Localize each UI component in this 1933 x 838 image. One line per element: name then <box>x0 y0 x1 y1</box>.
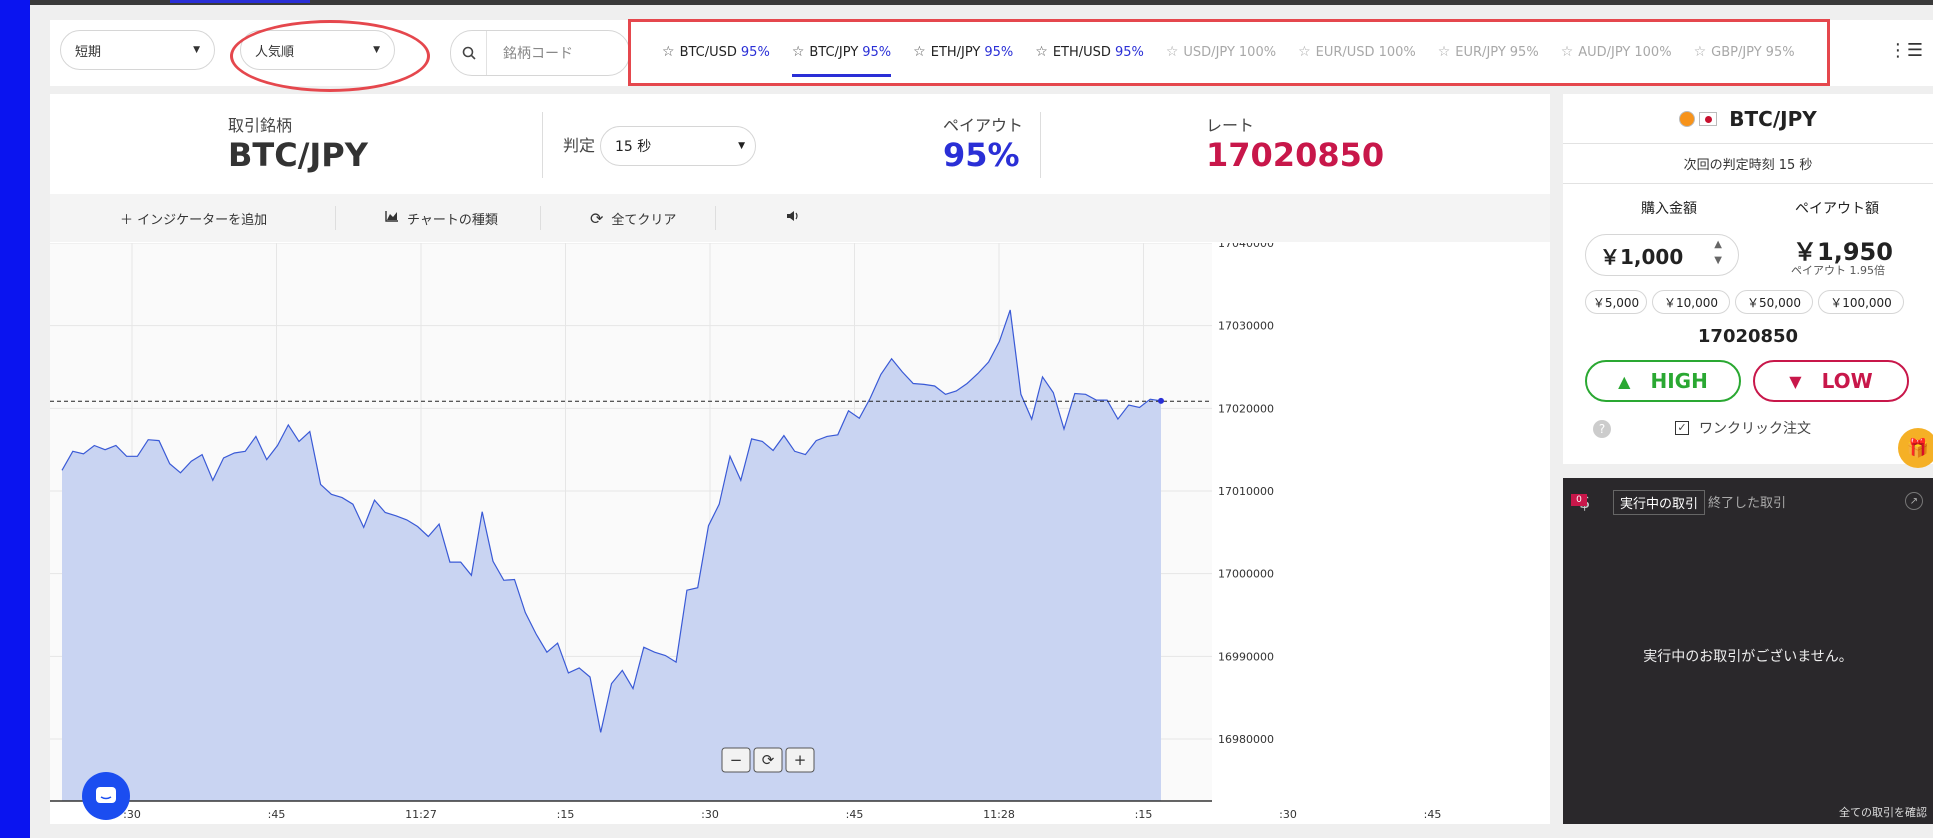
x-tick-label: :15 <box>557 808 575 821</box>
x-tick-label: :45 <box>268 808 286 821</box>
symbol-label: 取引銘柄 <box>228 116 293 135</box>
highlight-oval <box>230 20 430 92</box>
sound-button[interactable] <box>786 194 800 242</box>
search-icon <box>451 31 487 75</box>
chart-toolbar: ＋ インジケーターを追加 チャートの種類 ⟳ 全てクリア <box>50 194 1550 242</box>
order-panel: BTC/JPY 次回の判定時刻 15 秒 購入金額 ペイアウト額 ￥1,000 … <box>1563 94 1933 464</box>
current-price-dot <box>1158 397 1164 404</box>
y-tick-label: 17010000 <box>1218 485 1274 498</box>
chart-area-icon <box>385 210 399 226</box>
x-tick-label: :30 <box>701 808 719 821</box>
highlight-box <box>628 19 1830 86</box>
divider <box>540 206 541 230</box>
triangle-up-icon: ▲ <box>1618 371 1631 391</box>
all-trades-link[interactable]: 全ての取引を確認 <box>1839 804 1927 820</box>
divider <box>1040 112 1041 178</box>
chevron-down-icon: ▼ <box>193 45 200 55</box>
y-tick-label: 17020000 <box>1218 402 1274 415</box>
help-icon[interactable]: ? <box>1593 420 1611 438</box>
checkbox-checked-icon[interactable]: ✓ <box>1675 421 1689 435</box>
judge-select[interactable]: 15 秒 ▼ <box>600 126 756 166</box>
term-select[interactable]: 短期 ▼ <box>60 30 215 70</box>
x-tick-label: :45 <box>1424 808 1442 821</box>
chart-panel: 取引銘柄 BTC/JPY 判定 15 秒 ▼ ペイアウト 95% レート 1702… <box>50 94 1550 824</box>
next-judge-time: 次回の判定時刻 15 秒 <box>1563 144 1933 184</box>
chevron-down-icon: ▼ <box>738 141 745 151</box>
amount-chip-5000[interactable]: ￥5,000 <box>1585 290 1647 314</box>
amount-chip-10000[interactable]: ￥10,000 <box>1652 290 1730 314</box>
x-tick-label: 11:28 <box>983 808 1015 821</box>
amount-chip-50000[interactable]: ￥50,000 <box>1735 290 1813 314</box>
x-tick-label: :30 <box>1279 808 1297 821</box>
y-tick-label: 17000000 <box>1218 568 1274 581</box>
order-rate: 17020850 <box>1697 326 1799 347</box>
one-click-toggle[interactable]: ✓ ワンクリック注文 <box>1675 418 1811 438</box>
clear-all-button[interactable]: ⟳ 全てクリア <box>590 194 676 242</box>
high-button[interactable]: ▲ HIGH <box>1585 360 1741 402</box>
top-bar-accent <box>170 0 310 3</box>
y-tick-label: 17030000 <box>1218 320 1274 333</box>
external-link-icon[interactable]: ↗ <box>1905 492 1923 510</box>
divider <box>542 112 543 178</box>
gift-icon[interactable]: 🎁 <box>1898 428 1933 468</box>
japan-flag-icon <box>1699 111 1718 126</box>
x-tick-label: 11:27 <box>405 808 437 821</box>
x-tick-label: :30 <box>123 808 141 821</box>
app-root: 短期 ▼ 人気順 ▼ 銘柄コード ☆ BTC/USD 95% ☆ BTC/JPY 95% ☆ ET… <box>30 0 1933 838</box>
amount-chip-100000[interactable]: ￥100,000 <box>1818 290 1904 314</box>
menu-icon[interactable]: ⋮☰ <box>1889 40 1923 61</box>
chart-type-button[interactable]: チャートの種類 <box>385 194 498 242</box>
speaker-icon <box>786 210 800 226</box>
symbol-search[interactable]: 銘柄コード <box>450 30 630 76</box>
low-button[interactable]: ▼ LOW <box>1753 360 1909 402</box>
trades-panel: $ 0 実行中の取引 終了した取引 ↗ 実行中のお取引がございません。 全ての取… <box>1563 478 1933 824</box>
refresh-icon: ⟳ <box>590 208 604 228</box>
chat-button[interactable] <box>82 772 130 820</box>
zoom-out-button-label: − <box>730 751 743 769</box>
add-indicator-button[interactable]: ＋ インジケーターを追加 <box>120 194 267 242</box>
judge-label: 判定 <box>563 136 596 155</box>
rate-label: レート <box>1206 116 1255 135</box>
x-tick-label: :45 <box>846 808 864 821</box>
order-symbol: BTC/JPY <box>1563 94 1933 144</box>
chat-icon <box>96 787 116 803</box>
amount-stepper[interactable]: ▲ ▼ <box>1714 237 1722 269</box>
zoom-reset-button-label: ⟳ <box>762 751 775 769</box>
divider <box>335 206 336 230</box>
top-bar <box>30 0 1933 5</box>
x-tick-label: :15 <box>1135 808 1153 821</box>
amount-input[interactable]: ￥1,000 ▲ ▼ <box>1585 234 1739 276</box>
symbol-value: BTC/JPY <box>228 136 368 174</box>
search-input[interactable]: 銘柄コード <box>487 43 573 63</box>
trade-count-badge: 0 <box>1571 494 1587 506</box>
zoom-in-button-label: + <box>794 751 807 769</box>
y-tick-label: 16990000 <box>1218 650 1274 663</box>
price-chart[interactable]: 17040000 17030000 17020000 17010000 17000000… <box>50 243 1550 824</box>
triangle-down-icon: ▼ <box>1789 371 1802 391</box>
tab-active-trades[interactable]: 実行中の取引 <box>1613 490 1706 515</box>
buy-amount-label: 購入金額 <box>1641 201 1697 217</box>
payout-amount-label: ペイアウト額 <box>1795 201 1879 217</box>
symbol-info: 取引銘柄 BTC/JPY 判定 15 秒 ▼ ペイアウト 95% レート 1702… <box>50 94 1550 194</box>
payout-value: 95% <box>943 136 1020 174</box>
empty-message: 実行中のお取引がございません。 <box>1643 649 1853 665</box>
rate-value: 17020850 <box>1206 136 1385 174</box>
y-tick-label: 17040000 <box>1218 243 1274 250</box>
tab-finished-trades[interactable]: 終了した取引 <box>1708 492 1786 511</box>
payout-label: ペイアウト <box>943 116 1024 135</box>
payout-multiplier: ペイアウト 1.95倍 <box>1791 264 1885 277</box>
bitcoin-icon <box>1679 110 1696 127</box>
divider <box>715 206 716 230</box>
y-tick-label: 16980000 <box>1218 733 1274 746</box>
